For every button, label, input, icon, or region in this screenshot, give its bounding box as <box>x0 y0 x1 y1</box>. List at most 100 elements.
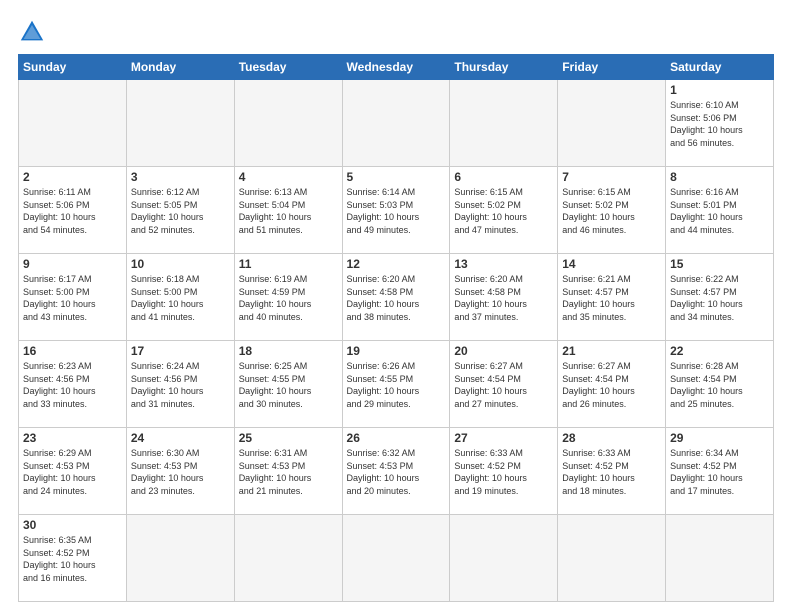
day-number: 10 <box>131 257 230 271</box>
day-number: 2 <box>23 170 122 184</box>
day-number: 24 <box>131 431 230 445</box>
day-info: Sunrise: 6:27 AM Sunset: 4:54 PM Dayligh… <box>562 360 661 410</box>
day-info: Sunrise: 6:16 AM Sunset: 5:01 PM Dayligh… <box>670 186 769 236</box>
calendar-cell <box>450 80 558 167</box>
day-number: 17 <box>131 344 230 358</box>
week-row-4: 23Sunrise: 6:29 AM Sunset: 4:53 PM Dayli… <box>19 428 774 515</box>
day-info: Sunrise: 6:32 AM Sunset: 4:53 PM Dayligh… <box>347 447 446 497</box>
day-number: 27 <box>454 431 553 445</box>
day-number: 9 <box>23 257 122 271</box>
day-info: Sunrise: 6:27 AM Sunset: 4:54 PM Dayligh… <box>454 360 553 410</box>
calendar-cell: 8Sunrise: 6:16 AM Sunset: 5:01 PM Daylig… <box>666 167 774 254</box>
day-number: 12 <box>347 257 446 271</box>
logo <box>18 18 52 46</box>
calendar-cell: 29 Sunrise: 6:34 AM Sunset: 4:52 PM Dayli… <box>666 428 774 515</box>
calendar-cell: 15 Sunrise: 6:22 AM Sunset: 4:57 PM Dayli… <box>666 254 774 341</box>
week-row-5: 30 Sunrise: 6:35 AM Sunset: 4:52 PM Dayli… <box>19 515 774 602</box>
header <box>18 18 774 46</box>
day-info: Sunrise: 6:13 AM Sunset: 5:04 PM Dayligh… <box>239 186 338 236</box>
weekday-header-saturday: Saturday <box>666 55 774 80</box>
calendar-cell: 5Sunrise: 6:14 AM Sunset: 5:03 PM Daylig… <box>342 167 450 254</box>
day-info: Sunrise: 6:10 AM Sunset: 5:06 PM Dayligh… <box>670 99 769 149</box>
calendar-cell: 18 Sunrise: 6:25 AM Sunset: 4:55 PM Dayli… <box>234 341 342 428</box>
day-info: Sunrise: 6:31 AM Sunset: 4:53 PM Dayligh… <box>239 447 338 497</box>
week-row-3: 16 Sunrise: 6:23 AM Sunset: 4:56 PM Dayli… <box>19 341 774 428</box>
weekday-header-wednesday: Wednesday <box>342 55 450 80</box>
calendar-cell: 6 Sunrise: 6:15 AM Sunset: 5:02 PM Daylig… <box>450 167 558 254</box>
day-number: 23 <box>23 431 122 445</box>
day-info: Sunrise: 6:20 AM Sunset: 4:58 PM Dayligh… <box>347 273 446 323</box>
calendar-cell: 1Sunrise: 6:10 AM Sunset: 5:06 PM Daylig… <box>666 80 774 167</box>
calendar-cell <box>450 515 558 602</box>
calendar-cell: 22Sunrise: 6:28 AM Sunset: 4:54 PM Dayli… <box>666 341 774 428</box>
day-info: Sunrise: 6:18 AM Sunset: 5:00 PM Dayligh… <box>131 273 230 323</box>
day-info: Sunrise: 6:34 AM Sunset: 4:52 PM Dayligh… <box>670 447 769 497</box>
weekday-header-tuesday: Tuesday <box>234 55 342 80</box>
day-number: 13 <box>454 257 553 271</box>
calendar-cell: 13 Sunrise: 6:20 AM Sunset: 4:58 PM Dayli… <box>450 254 558 341</box>
calendar-cell: 16 Sunrise: 6:23 AM Sunset: 4:56 PM Dayli… <box>19 341 127 428</box>
day-number: 30 <box>23 518 122 532</box>
weekday-header-row: SundayMondayTuesdayWednesdayThursdayFrid… <box>19 55 774 80</box>
day-info: Sunrise: 6:30 AM Sunset: 4:53 PM Dayligh… <box>131 447 230 497</box>
calendar-cell <box>234 515 342 602</box>
calendar-cell <box>19 80 127 167</box>
calendar-cell: 27 Sunrise: 6:33 AM Sunset: 4:52 PM Dayli… <box>450 428 558 515</box>
calendar-cell: 9 Sunrise: 6:17 AM Sunset: 5:00 PM Daylig… <box>19 254 127 341</box>
calendar-cell <box>558 80 666 167</box>
day-info: Sunrise: 6:17 AM Sunset: 5:00 PM Dayligh… <box>23 273 122 323</box>
calendar-cell <box>342 80 450 167</box>
calendar-cell: 10 Sunrise: 6:18 AM Sunset: 5:00 PM Dayli… <box>126 254 234 341</box>
week-row-2: 9 Sunrise: 6:17 AM Sunset: 5:00 PM Daylig… <box>19 254 774 341</box>
calendar-cell <box>558 515 666 602</box>
day-info: Sunrise: 6:22 AM Sunset: 4:57 PM Dayligh… <box>670 273 769 323</box>
day-number: 26 <box>347 431 446 445</box>
day-info: Sunrise: 6:12 AM Sunset: 5:05 PM Dayligh… <box>131 186 230 236</box>
day-info: Sunrise: 6:15 AM Sunset: 5:02 PM Dayligh… <box>454 186 553 236</box>
day-info: Sunrise: 6:35 AM Sunset: 4:52 PM Dayligh… <box>23 534 122 584</box>
calendar-cell <box>666 515 774 602</box>
day-number: 6 <box>454 170 553 184</box>
day-number: 14 <box>562 257 661 271</box>
day-number: 11 <box>239 257 338 271</box>
day-number: 21 <box>562 344 661 358</box>
calendar-cell: 12 Sunrise: 6:20 AM Sunset: 4:58 PM Dayli… <box>342 254 450 341</box>
day-number: 20 <box>454 344 553 358</box>
day-info: Sunrise: 6:19 AM Sunset: 4:59 PM Dayligh… <box>239 273 338 323</box>
calendar-cell: 2Sunrise: 6:11 AM Sunset: 5:06 PM Daylig… <box>19 167 127 254</box>
weekday-header-sunday: Sunday <box>19 55 127 80</box>
calendar-cell: 19Sunrise: 6:26 AM Sunset: 4:55 PM Dayli… <box>342 341 450 428</box>
calendar-cell: 17Sunrise: 6:24 AM Sunset: 4:56 PM Dayli… <box>126 341 234 428</box>
day-number: 15 <box>670 257 769 271</box>
day-number: 18 <box>239 344 338 358</box>
day-number: 16 <box>23 344 122 358</box>
calendar-cell: 20 Sunrise: 6:27 AM Sunset: 4:54 PM Dayli… <box>450 341 558 428</box>
calendar-cell: 24 Sunrise: 6:30 AM Sunset: 4:53 PM Dayli… <box>126 428 234 515</box>
logo-icon <box>18 18 46 46</box>
calendar-cell: 25 Sunrise: 6:31 AM Sunset: 4:53 PM Dayli… <box>234 428 342 515</box>
calendar-cell: 30 Sunrise: 6:35 AM Sunset: 4:52 PM Dayli… <box>19 515 127 602</box>
day-number: 29 <box>670 431 769 445</box>
week-row-0: 1Sunrise: 6:10 AM Sunset: 5:06 PM Daylig… <box>19 80 774 167</box>
calendar-cell <box>234 80 342 167</box>
day-number: 25 <box>239 431 338 445</box>
day-info: Sunrise: 6:20 AM Sunset: 4:58 PM Dayligh… <box>454 273 553 323</box>
day-info: Sunrise: 6:26 AM Sunset: 4:55 PM Dayligh… <box>347 360 446 410</box>
calendar-cell: 26 Sunrise: 6:32 AM Sunset: 4:53 PM Dayli… <box>342 428 450 515</box>
day-info: Sunrise: 6:33 AM Sunset: 4:52 PM Dayligh… <box>454 447 553 497</box>
calendar-cell: 3 Sunrise: 6:12 AM Sunset: 5:05 PM Daylig… <box>126 167 234 254</box>
day-number: 28 <box>562 431 661 445</box>
calendar-cell <box>126 80 234 167</box>
calendar-cell <box>126 515 234 602</box>
day-number: 5 <box>347 170 446 184</box>
page: SundayMondayTuesdayWednesdayThursdayFrid… <box>0 0 792 612</box>
day-info: Sunrise: 6:23 AM Sunset: 4:56 PM Dayligh… <box>23 360 122 410</box>
day-info: Sunrise: 6:21 AM Sunset: 4:57 PM Dayligh… <box>562 273 661 323</box>
calendar-cell: 28 Sunrise: 6:33 AM Sunset: 4:52 PM Dayli… <box>558 428 666 515</box>
day-info: Sunrise: 6:33 AM Sunset: 4:52 PM Dayligh… <box>562 447 661 497</box>
day-number: 7 <box>562 170 661 184</box>
day-number: 4 <box>239 170 338 184</box>
day-number: 3 <box>131 170 230 184</box>
weekday-header-thursday: Thursday <box>450 55 558 80</box>
day-info: Sunrise: 6:25 AM Sunset: 4:55 PM Dayligh… <box>239 360 338 410</box>
